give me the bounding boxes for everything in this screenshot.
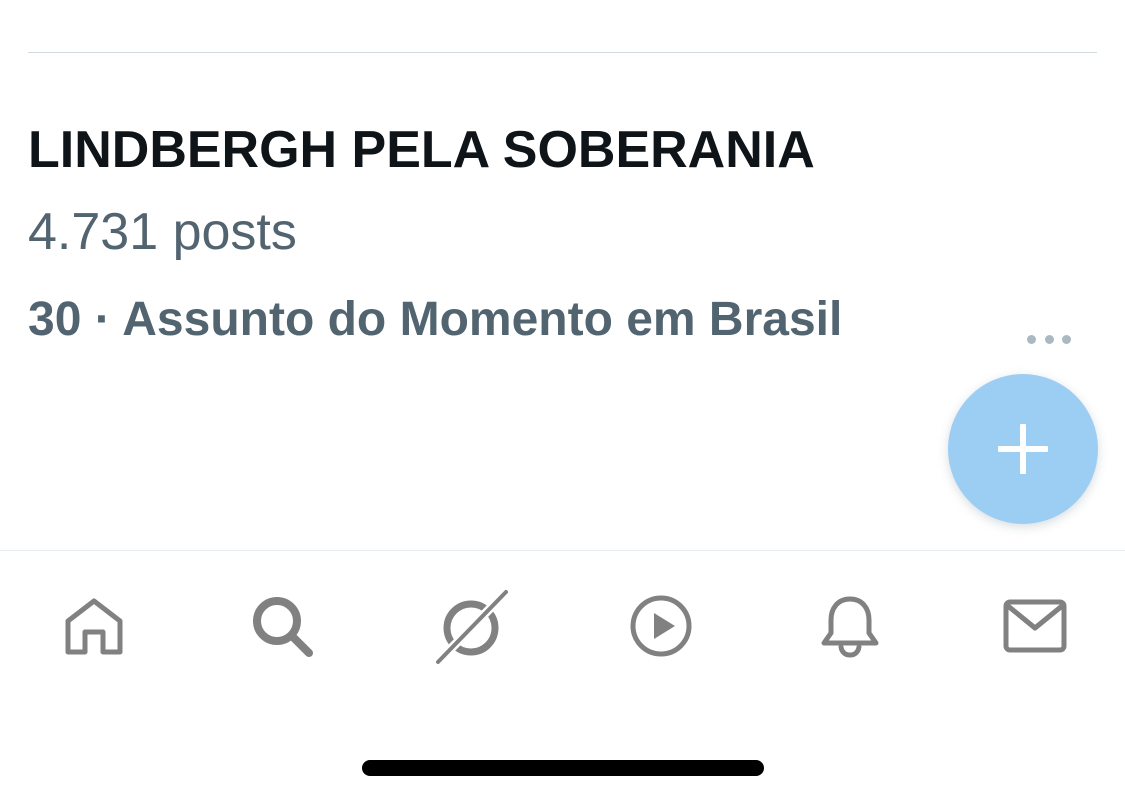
more-options-button[interactable] — [1027, 322, 1071, 356]
bell-icon — [821, 596, 879, 658]
tabbar-divider — [0, 550, 1125, 551]
play-icon — [630, 595, 692, 657]
compose-post-button[interactable] — [948, 374, 1098, 524]
tab-grok[interactable] — [430, 580, 514, 672]
trend-post-count: 4.731 posts — [28, 203, 297, 261]
tab-home[interactable] — [52, 580, 136, 672]
tab-notifications[interactable] — [808, 580, 892, 672]
top-divider — [28, 52, 1097, 53]
trend-screen: LINDBERGH PELA SOBERANIA 4.731 posts 30 … — [0, 0, 1125, 800]
bottom-tab-bar — [0, 580, 1125, 672]
more-dot — [1044, 334, 1054, 344]
home-indicator[interactable] — [362, 760, 764, 776]
trend-meta: 30 · Assunto do Momento em Brasil — [28, 293, 843, 346]
grok-icon — [433, 587, 511, 666]
more-horizontal-icon — [1027, 334, 1036, 344]
tab-video[interactable] — [619, 580, 703, 672]
plus-icon — [998, 424, 1048, 474]
more-dot — [1062, 334, 1071, 344]
trend-title: LINDBERGH PELA SOBERANIA — [28, 121, 815, 179]
trend-item[interactable]: LINDBERGH PELA SOBERANIA 4.731 posts 30 … — [28, 108, 1097, 368]
search-icon — [253, 597, 313, 657]
tab-search[interactable] — [240, 580, 324, 672]
tab-messages[interactable] — [993, 580, 1077, 672]
home-icon — [65, 598, 123, 655]
mail-icon — [1003, 599, 1067, 653]
